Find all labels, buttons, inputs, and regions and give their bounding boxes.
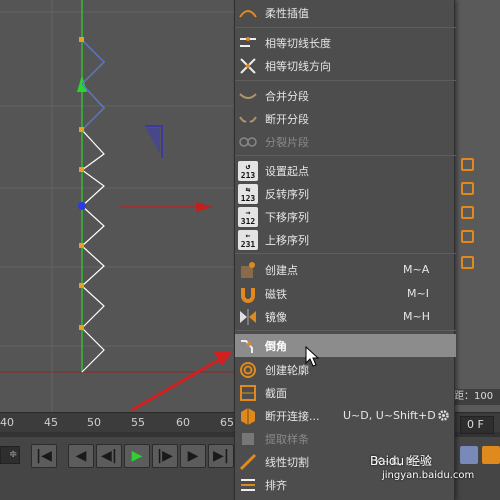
chamfer-icon — [241, 339, 253, 353]
menu-item-disconnect[interactable]: 断开连接... U~D, U~Shift+D — [235, 404, 456, 427]
menu-separator — [235, 27, 456, 28]
frame-stepper[interactable]: ≑ — [0, 446, 20, 464]
menu-item-magnet[interactable]: 磁铁 M~I — [235, 282, 456, 305]
timeline-tick: 60 — [176, 416, 190, 429]
x-axis-arrow — [196, 202, 212, 212]
menu-item-move-down-sequence[interactable]: → 312 下移序列 — [235, 205, 456, 228]
disconnect-icon — [241, 407, 255, 425]
menu-separator — [235, 80, 456, 81]
equal-tangent-length-icon — [240, 36, 256, 47]
explode-segments-icon — [239, 136, 257, 147]
go-to-start-button[interactable]: |◀ — [31, 444, 57, 468]
magnet-icon — [241, 287, 255, 303]
grid-tool-icon[interactable] — [460, 446, 478, 464]
menu-item-break-segment[interactable]: 断开分段 — [235, 107, 456, 130]
line-cut-icon — [239, 453, 257, 470]
timeline-tick: 65 — [220, 416, 234, 429]
current-frame-field[interactable]: 0 F — [460, 416, 494, 434]
distance-readout: 距：100 — [452, 389, 500, 405]
tool-icon-3[interactable] — [461, 206, 474, 219]
tool-icon-4[interactable] — [461, 230, 474, 243]
join-segment-icon — [239, 92, 257, 99]
create-outline-icon — [240, 361, 256, 378]
extract-spline-icon — [242, 432, 254, 445]
menu-item-cross-section[interactable]: 截面 — [235, 381, 456, 404]
menu-item-equal-tangent-length[interactable]: 相等切线长度 — [235, 31, 456, 54]
watermark-url: jingyan.baidu.com — [382, 470, 475, 481]
key-tool-icon[interactable] — [482, 446, 500, 464]
tool-icon-2[interactable] — [461, 182, 474, 195]
menu-item-create-outline[interactable]: 创建轮廓 — [235, 358, 456, 381]
menu-separator — [235, 155, 456, 156]
menu-item-set-first-point[interactable]: ↺ 213 设置起点 — [235, 159, 456, 182]
gear-icon[interactable] — [437, 409, 450, 422]
play-button[interactable]: ▶ — [124, 444, 150, 468]
previous-frame-button[interactable]: ◀| — [96, 444, 122, 468]
menu-item-create-point[interactable]: 创建点 M~A — [235, 258, 456, 281]
tool-icon-5[interactable] — [461, 256, 474, 269]
menu-item-mirror[interactable]: 镜像 M~H — [235, 305, 456, 328]
timeline-tick: 50 — [87, 416, 101, 429]
menu-item-move-up-sequence[interactable]: ← 231 上移序列 — [235, 228, 456, 251]
watermark-logo: Baidu 经验 — [370, 454, 432, 468]
selected-point — [78, 202, 86, 210]
menu-item-soft-interpolation[interactable]: 柔性插值 — [235, 1, 456, 24]
soft-interpolation-icon — [239, 9, 257, 18]
menu-item-join-segment[interactable]: 合并分段 — [235, 84, 456, 107]
menu-item-equal-tangent-direction[interactable]: 相等切线方向 — [235, 54, 456, 77]
timeline-tick: 40 — [0, 416, 14, 429]
timeline-tick: 55 — [131, 416, 145, 429]
menu-separator — [235, 330, 456, 331]
menu-item-explode-segments: 分裂片段 — [235, 130, 456, 153]
equal-tangent-direction-icon — [240, 57, 256, 74]
break-segment-icon — [239, 115, 257, 122]
menu-item-chamfer[interactable]: 倒角 — [235, 334, 456, 367]
tool-icon-1[interactable] — [461, 158, 474, 171]
menu-separator — [235, 253, 456, 254]
arrange-icon — [241, 478, 255, 491]
move-down-sequence-icon: → 312 — [238, 206, 258, 227]
next-frame-button[interactable]: |▶ — [152, 444, 178, 468]
next-key-button[interactable]: ▶ — [180, 444, 206, 468]
annotation-arrow — [131, 356, 223, 412]
menu-item-extract-spline: 提取样条 — [235, 427, 456, 450]
move-up-sequence-icon: ← 231 — [238, 229, 258, 250]
create-point-icon — [241, 261, 255, 278]
go-to-end-button[interactable]: ▶| — [208, 444, 234, 468]
mirror-icon — [240, 308, 256, 325]
timeline-tick: 45 — [44, 416, 58, 429]
menu-item-reverse-sequence[interactable]: ⇆ 123 反转序列 — [235, 182, 456, 205]
context-menu: 柔性插值 相等切线长度 相等切线方向 合并分段 断开分段 分裂片段 ↺ 213 设… — [234, 0, 456, 500]
set-first-point-icon: ↺ 213 — [238, 160, 258, 181]
previous-key-button[interactable]: ◀ — [68, 444, 94, 468]
reverse-sequence-icon: ⇆ 123 — [238, 183, 258, 204]
cross-section-icon — [240, 384, 256, 401]
